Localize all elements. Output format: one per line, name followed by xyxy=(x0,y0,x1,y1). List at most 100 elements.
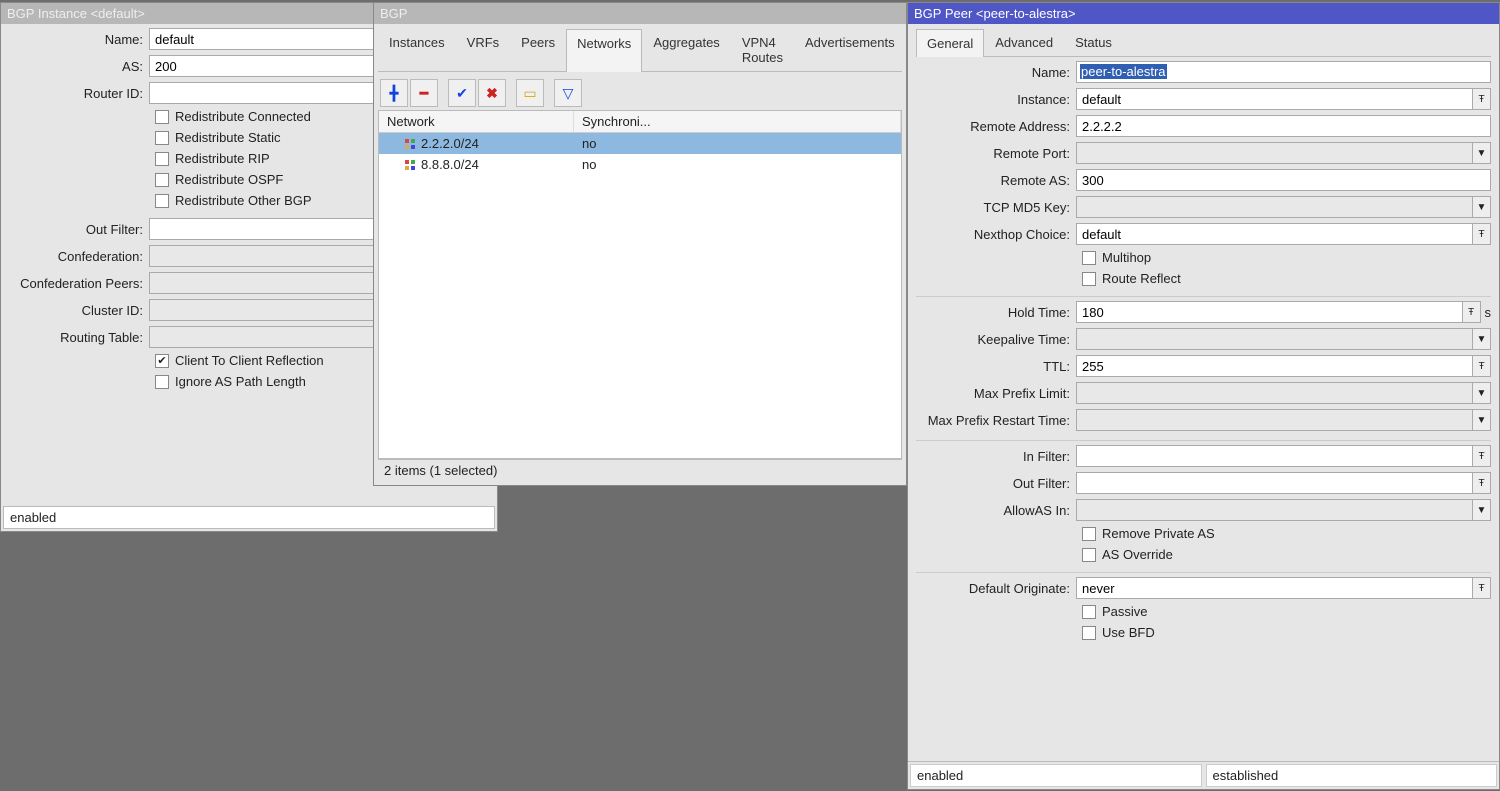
label-name: Name: xyxy=(916,65,1076,80)
allowas-dropdown[interactable]: ▼ xyxy=(1473,499,1491,521)
label-tcpmd5: TCP MD5 Key: xyxy=(916,200,1076,215)
label-maxprefix: Max Prefix Limit: xyxy=(916,386,1076,401)
bgp-title[interactable]: BGP xyxy=(374,3,906,24)
label-as: AS: xyxy=(9,59,149,74)
nexthop-input[interactable] xyxy=(1076,223,1473,245)
asoverride-checkbox[interactable] xyxy=(1082,548,1096,562)
instance-input[interactable] xyxy=(1076,88,1473,110)
keepalive-input[interactable] xyxy=(1076,328,1473,350)
passive-checkbox[interactable] xyxy=(1082,605,1096,619)
peer-status-enabled: enabled xyxy=(910,764,1202,787)
infilter-input[interactable] xyxy=(1076,445,1473,467)
routereflect-label: Route Reflect xyxy=(1102,271,1181,286)
maxprefixrt-dropdown[interactable]: ▼ xyxy=(1473,409,1491,431)
holdtime-unit: s xyxy=(1485,305,1492,320)
redist-ospf-label: Redistribute OSPF xyxy=(175,172,283,187)
disable-button[interactable]: ✖ xyxy=(478,79,506,107)
route-icon xyxy=(405,160,415,170)
label-nexthop: Nexthop Choice: xyxy=(916,227,1076,242)
c2c-checkbox[interactable]: ✔ xyxy=(155,354,169,368)
peer-status-established: established xyxy=(1206,764,1498,787)
tcpmd5-dropdown[interactable]: ▼ xyxy=(1473,196,1491,218)
table-row[interactable]: 2.2.2.0/24 no xyxy=(379,133,901,154)
redist-static-label: Redistribute Static xyxy=(175,130,281,145)
deforig-input[interactable] xyxy=(1076,577,1473,599)
label-remport: Remote Port: xyxy=(916,146,1076,161)
redist-connected-label: Redistribute Connected xyxy=(175,109,311,124)
deforig-dropdown[interactable]: Ŧ xyxy=(1473,577,1491,599)
redist-otherbgp-checkbox[interactable] xyxy=(155,194,169,208)
tab-advertisements[interactable]: Advertisements xyxy=(794,28,906,71)
routereflect-checkbox[interactable] xyxy=(1082,272,1096,286)
remote-port-dropdown[interactable]: ▼ xyxy=(1473,142,1491,164)
maxprefixrt-input[interactable] xyxy=(1076,409,1473,431)
redist-connected-checkbox[interactable] xyxy=(155,110,169,124)
usebfd-checkbox[interactable] xyxy=(1082,626,1096,640)
outfilter-peer-dropdown[interactable]: Ŧ xyxy=(1473,472,1491,494)
holdtime-input[interactable] xyxy=(1076,301,1463,323)
tab-peers[interactable]: Peers xyxy=(510,28,566,71)
holdtime-dropdown[interactable]: Ŧ xyxy=(1463,301,1481,323)
tab-advanced[interactable]: Advanced xyxy=(984,28,1064,56)
usebfd-label: Use BFD xyxy=(1102,625,1155,640)
remote-as-input[interactable] xyxy=(1076,169,1491,191)
ignoreasp-label: Ignore AS Path Length xyxy=(175,374,306,389)
nexthop-dropdown[interactable]: Ŧ xyxy=(1473,223,1491,245)
label-infilter: In Filter: xyxy=(916,449,1076,464)
allowas-input[interactable] xyxy=(1076,499,1473,521)
maxprefix-input[interactable] xyxy=(1076,382,1473,404)
asoverride-label: AS Override xyxy=(1102,547,1173,562)
tab-instances[interactable]: Instances xyxy=(378,28,456,71)
filter-button[interactable]: ▽ xyxy=(554,79,582,107)
removepriv-checkbox[interactable] xyxy=(1082,527,1096,541)
ttl-dropdown[interactable]: Ŧ xyxy=(1473,355,1491,377)
tcpmd5-input[interactable] xyxy=(1076,196,1473,218)
bgp-toolbar: ╋ ━ ✔ ✖ ▭ ▽ xyxy=(378,76,902,110)
ignoreasp-checkbox[interactable] xyxy=(155,375,169,389)
infilter-dropdown[interactable]: Ŧ xyxy=(1473,445,1491,467)
enable-button[interactable]: ✔ xyxy=(448,79,476,107)
check-icon: ✔ xyxy=(456,85,468,102)
peer-name-input[interactable]: peer-to-alestra xyxy=(1076,61,1491,83)
redist-static-checkbox[interactable] xyxy=(155,131,169,145)
maxprefix-dropdown[interactable]: ▼ xyxy=(1473,382,1491,404)
peer-statusbar: enabled established xyxy=(908,761,1499,789)
outfilter-peer-input[interactable] xyxy=(1076,472,1473,494)
funnel-icon: ▽ xyxy=(563,85,574,102)
add-button[interactable]: ╋ xyxy=(380,79,408,107)
comment-button[interactable]: ▭ xyxy=(516,79,544,107)
tab-general[interactable]: General xyxy=(916,29,984,57)
label-outfilter-peer: Out Filter: xyxy=(916,476,1076,491)
tab-vrfs[interactable]: VRFs xyxy=(456,28,511,71)
bgp-peer-title[interactable]: BGP Peer <peer-to-alestra> xyxy=(908,3,1499,24)
bgp-status: 2 items (1 selected) xyxy=(378,459,902,481)
tab-aggregates[interactable]: Aggregates xyxy=(642,28,731,71)
redist-rip-checkbox[interactable] xyxy=(155,152,169,166)
label-ttl: TTL: xyxy=(916,359,1076,374)
peer-name-value: peer-to-alestra xyxy=(1080,64,1167,79)
remote-port-input[interactable] xyxy=(1076,142,1473,164)
ttl-input[interactable] xyxy=(1076,355,1473,377)
tab-networks[interactable]: Networks xyxy=(566,29,642,72)
tab-vpn4routes[interactable]: VPN4 Routes xyxy=(731,28,794,71)
table-row[interactable]: 8.8.8.0/24 no xyxy=(379,154,901,175)
instance-dropdown[interactable]: Ŧ xyxy=(1473,88,1491,110)
tab-status[interactable]: Status xyxy=(1064,28,1123,56)
label-confedpeers: Confederation Peers: xyxy=(9,276,149,291)
multihop-checkbox[interactable] xyxy=(1082,251,1096,265)
keepalive-dropdown[interactable]: ▼ xyxy=(1473,328,1491,350)
label-maxprefixrt: Max Prefix Restart Time: xyxy=(916,413,1076,428)
label-deforig: Default Originate: xyxy=(916,581,1076,596)
passive-label: Passive xyxy=(1102,604,1148,619)
cell-network: 8.8.8.0/24 xyxy=(421,157,479,172)
remote-address-input[interactable] xyxy=(1076,115,1491,137)
minus-icon: ━ xyxy=(420,85,428,102)
col-network[interactable]: Network xyxy=(379,111,574,132)
col-synchroni[interactable]: Synchroni... xyxy=(574,111,901,132)
remove-button[interactable]: ━ xyxy=(410,79,438,107)
label-remas: Remote AS: xyxy=(916,173,1076,188)
redist-ospf-checkbox[interactable] xyxy=(155,173,169,187)
cell-sync: no xyxy=(574,136,901,151)
bgp-tabbar: Instances VRFs Peers Networks Aggregates… xyxy=(378,28,902,72)
label-routerid: Router ID: xyxy=(9,86,149,101)
